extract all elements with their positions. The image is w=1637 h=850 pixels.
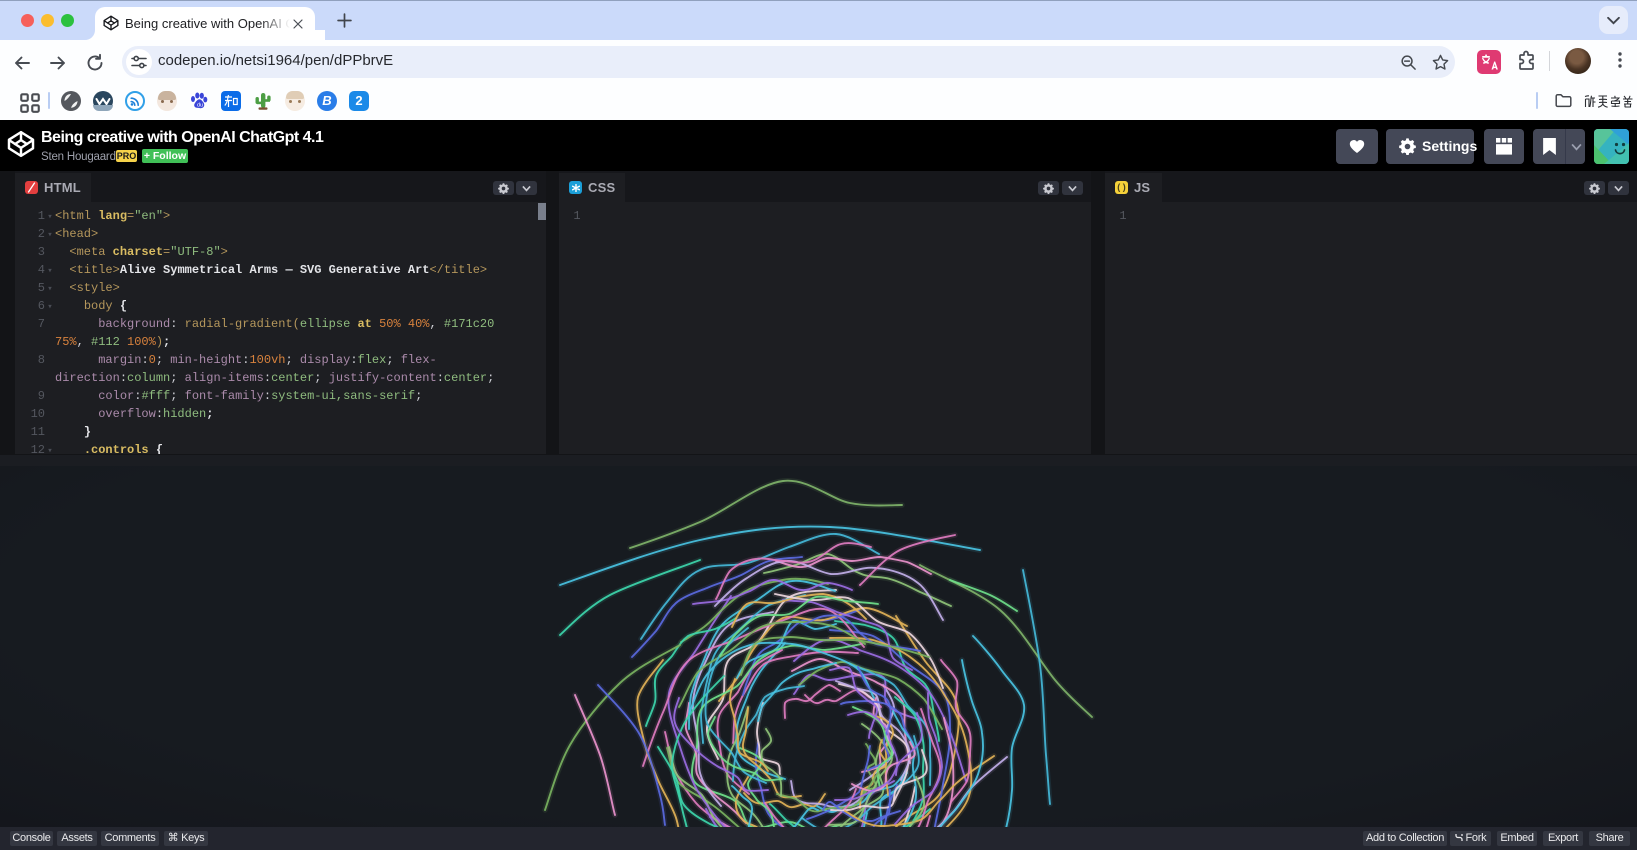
svg-text:du: du bbox=[197, 103, 203, 109]
